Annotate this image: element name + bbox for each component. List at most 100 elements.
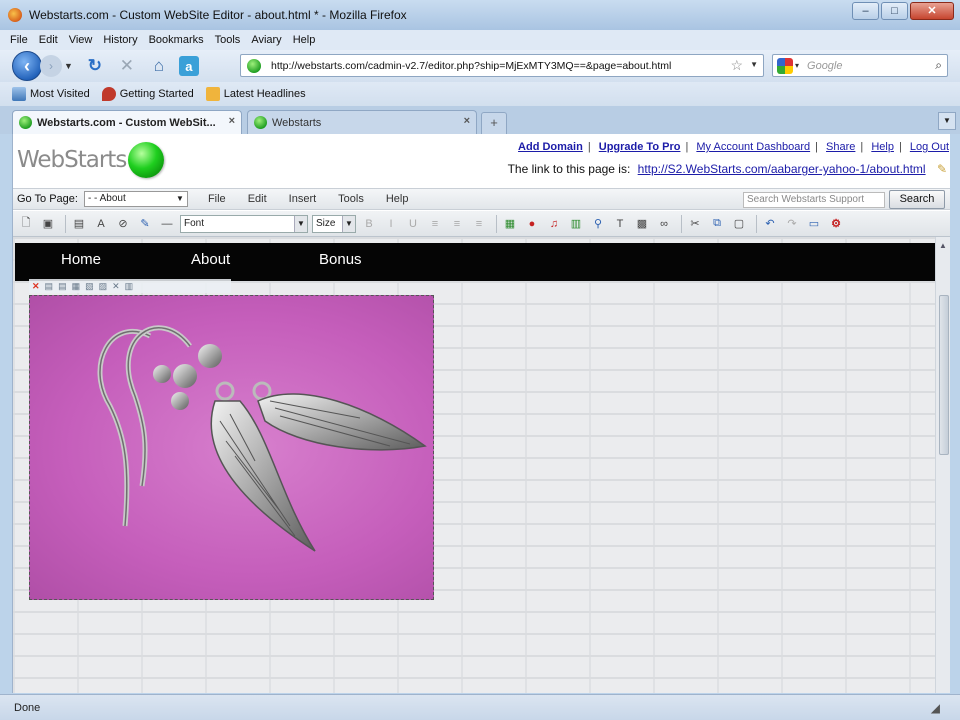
cut-icon[interactable]: ✂	[686, 215, 704, 233]
paint-icon[interactable]: ✎	[136, 215, 154, 233]
new-tab-button[interactable]: +	[481, 112, 507, 134]
font-select[interactable]: Font ▼	[180, 214, 308, 233]
element-tool-icon[interactable]: ▤	[58, 281, 67, 292]
menu-edit[interactable]: Edit	[39, 34, 58, 46]
browser-search-placeholder[interactable]: Google	[807, 60, 842, 72]
insert-image-icon[interactable]: ▤	[70, 215, 88, 233]
menu-help[interactable]: Help	[293, 34, 316, 46]
site-nav-about[interactable]: About	[191, 251, 230, 268]
editor-menu-insert[interactable]: Insert	[289, 193, 317, 205]
horizontal-rule-icon[interactable]: —	[158, 215, 176, 233]
bookmark-star-icon[interactable]: ☆	[730, 57, 743, 74]
add-domain-link[interactable]: Add Domain	[518, 141, 583, 153]
scrollbar-thumb[interactable]	[939, 295, 949, 455]
search-engine-dropdown-icon[interactable]: ▾	[795, 61, 799, 70]
element-tool-icon[interactable]: ▧	[85, 281, 94, 292]
webstarts-logo[interactable]: WebStarts	[17, 142, 165, 178]
url-text[interactable]: http://webstarts.com/cadmin-v2.7/editor.…	[271, 60, 671, 72]
tab-close-icon[interactable]: ×	[464, 115, 470, 127]
back-button[interactable]: ‹	[12, 51, 42, 81]
minimize-button[interactable]: –	[852, 2, 879, 20]
tab-close-icon[interactable]: ×	[229, 115, 235, 127]
editor-menu-help[interactable]: Help	[386, 193, 409, 205]
music-icon[interactable]: ♫	[545, 215, 563, 233]
align-right-icon[interactable]: ≡	[470, 215, 488, 233]
menu-view[interactable]: View	[69, 34, 93, 46]
forward-button[interactable]: ›	[40, 55, 62, 77]
reload-icon[interactable]: ↻	[83, 54, 107, 78]
text-tool-icon[interactable]: T	[611, 215, 629, 233]
browser-search-box[interactable]: ▾ Google ⌕	[772, 54, 948, 77]
aviary-icon[interactable]: a	[178, 56, 199, 76]
bookmark-getting-started[interactable]: Getting Started	[101, 87, 194, 101]
copy-icon[interactable]: ⧉	[708, 215, 726, 233]
search-replace-icon[interactable]: ⚲	[589, 215, 607, 233]
share-link[interactable]: Share	[826, 141, 855, 153]
calendar-icon[interactable]: ▩	[633, 215, 651, 233]
address-bar[interactable]: http://webstarts.com/cadmin-v2.7/editor.…	[240, 54, 764, 77]
size-select[interactable]: Size ▼	[312, 214, 356, 233]
undo-icon[interactable]: ↶	[761, 215, 779, 233]
menu-file[interactable]: File	[10, 34, 28, 46]
home-icon[interactable]: ⌂	[147, 54, 171, 78]
earrings-photo[interactable]	[29, 295, 434, 600]
underline-icon[interactable]: U	[404, 215, 422, 233]
menu-aviary[interactable]: Aviary	[251, 34, 281, 46]
account-dashboard-link[interactable]: My Account Dashboard	[696, 141, 810, 153]
page-vertical-scrollbar[interactable]: ▲	[935, 237, 950, 693]
editor-menu-file[interactable]: File	[208, 193, 226, 205]
scroll-up-icon[interactable]: ▲	[939, 241, 947, 250]
align-center-icon[interactable]: ≡	[448, 215, 466, 233]
tab-editor[interactable]: Webstarts.com - Custom WebSit... ×	[12, 110, 242, 134]
document-icon[interactable]: ▥	[567, 215, 585, 233]
site-nav-home[interactable]: Home	[61, 251, 101, 268]
new-page-icon[interactable]: 🗋	[17, 215, 35, 233]
element-tool-icon[interactable]: ▥	[125, 281, 134, 292]
youtube-icon[interactable]: ●	[523, 215, 541, 233]
paste-icon[interactable]: ▢	[730, 215, 748, 233]
page-link-url[interactable]: http://S2.WebStarts.com/aabarger-yahoo-1…	[638, 162, 926, 176]
support-search-button[interactable]: Search	[889, 190, 945, 209]
element-tool-icon[interactable]: ▨	[99, 281, 108, 292]
element-tool-icon[interactable]: ▦	[72, 281, 81, 292]
text-color-icon[interactable]: A	[92, 215, 110, 233]
redo-icon[interactable]: ↷	[783, 215, 801, 233]
element-tool-icon[interactable]: ✕	[112, 281, 120, 292]
help-link[interactable]: Help	[871, 141, 894, 153]
maximize-button[interactable]: □	[881, 2, 908, 20]
tab-webstarts[interactable]: Webstarts ×	[247, 110, 477, 134]
site-nav-bonus[interactable]: Bonus	[319, 251, 362, 268]
logout-link[interactable]: Log Out	[910, 141, 949, 153]
bookmark-most-visited[interactable]: Most Visited	[12, 87, 90, 101]
publish-icon[interactable]: ⚙	[827, 215, 845, 233]
editor-canvas[interactable]: Home About Bonus ✕ ▤ ▤ ▦ ▧ ▨ ✕ ▥	[13, 237, 935, 693]
url-dropdown-icon[interactable]: ▼	[750, 60, 758, 69]
menu-bookmarks[interactable]: Bookmarks	[149, 34, 204, 46]
preview-icon[interactable]: ▭	[805, 215, 823, 233]
delete-element-icon[interactable]: ✕	[32, 281, 40, 292]
resize-grip-icon[interactable]: ◢	[931, 701, 940, 715]
align-left-icon[interactable]: ≡	[426, 215, 444, 233]
editor-menu-tools[interactable]: Tools	[338, 193, 364, 205]
bold-icon[interactable]: B	[360, 215, 378, 233]
tab-list-dropdown-icon[interactable]: ▼	[938, 112, 956, 130]
italic-icon[interactable]: I	[382, 215, 400, 233]
support-search-input[interactable]: Search Webstarts Support	[743, 192, 885, 208]
google-icon[interactable]	[777, 57, 793, 74]
link-icon[interactable]: ∞	[655, 215, 673, 233]
menu-tools[interactable]: Tools	[215, 34, 241, 46]
bookmark-latest-headlines[interactable]: Latest Headlines	[205, 87, 306, 101]
menu-history[interactable]: History	[103, 34, 137, 46]
image-gallery-icon[interactable]: ▦	[501, 215, 519, 233]
stop-icon[interactable]: ✕	[115, 54, 139, 78]
save-icon[interactable]: ▣	[39, 215, 57, 233]
element-tool-icon[interactable]: ▤	[45, 281, 54, 292]
pencil-icon[interactable]: ✎	[937, 162, 947, 176]
editor-menu-edit[interactable]: Edit	[248, 193, 267, 205]
search-icon[interactable]: ⌕	[935, 58, 942, 73]
history-dropdown-icon[interactable]: ▼	[64, 61, 73, 71]
close-button[interactable]: ✕	[910, 2, 954, 20]
highlight-icon[interactable]: ⊘	[114, 215, 132, 233]
upgrade-link[interactable]: Upgrade To Pro	[599, 141, 681, 153]
goto-page-select[interactable]: - - About ▼	[83, 191, 188, 207]
